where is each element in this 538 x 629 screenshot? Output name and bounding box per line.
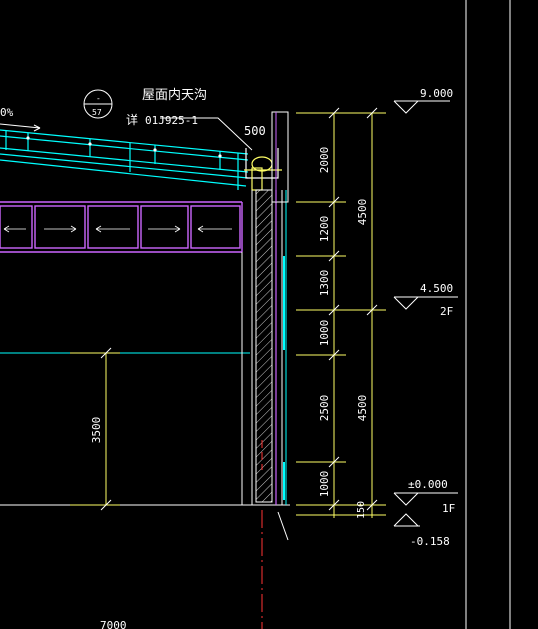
callout-ref-code: 01J925-1 <box>145 114 198 127</box>
dim-4500-lower: 4500 <box>356 395 369 422</box>
window-opening-arrows <box>3 225 232 233</box>
dim-1000-b: 1000 <box>318 471 331 498</box>
dim-2000: 2000 <box>318 147 331 174</box>
floor-label: 1F <box>442 502 455 515</box>
level-value: -0.158 <box>410 535 450 548</box>
level-value: 9.000 <box>420 87 453 100</box>
slope-arrow <box>0 123 41 132</box>
window-band <box>0 201 243 253</box>
cad-elevation-drawing: 0% 500 - 57 屋面内天沟 详 01J925-1 2000 1200 1… <box>0 0 511 629</box>
floor-label: 2F <box>440 305 453 318</box>
drawing-frame <box>465 0 511 629</box>
ground-break <box>277 511 289 541</box>
level-value: 4.500 <box>420 282 453 295</box>
level-value: ±0.000 <box>408 478 448 491</box>
dim-7000: 7000 <box>100 619 127 629</box>
callout-title: 屋面内天沟 <box>142 87 207 103</box>
detail-callout: - 57 屋面内天沟 详 01J925-1 <box>83 87 207 127</box>
gutter-width-label: 500 <box>244 124 266 138</box>
dim-1000-a: 1000 <box>318 320 331 347</box>
callout-ref-prefix: 详 <box>126 112 138 127</box>
level-marker-0000: ±0.000 1F <box>393 478 458 515</box>
dim-150: 150 <box>356 501 367 519</box>
dim-3500: 3500 <box>90 417 103 444</box>
bubble-top: - <box>96 94 101 103</box>
level-marker-minus-0158: -0.158 <box>393 513 450 548</box>
dim-1200: 1200 <box>318 216 331 243</box>
bubble-bottom: 57 <box>92 108 102 117</box>
level-marker-4500: 4.500 2F <box>393 282 458 318</box>
interior-lines <box>0 252 290 506</box>
exterior-wall <box>251 111 289 505</box>
dim-2500: 2500 <box>318 395 331 422</box>
roof-structure <box>0 129 249 190</box>
level-marker-9000: 9.000 <box>393 87 453 114</box>
dim-1300: 1300 <box>318 270 331 297</box>
slope-label: 0% <box>0 106 14 119</box>
dim-4500-upper: 4500 <box>356 199 369 226</box>
